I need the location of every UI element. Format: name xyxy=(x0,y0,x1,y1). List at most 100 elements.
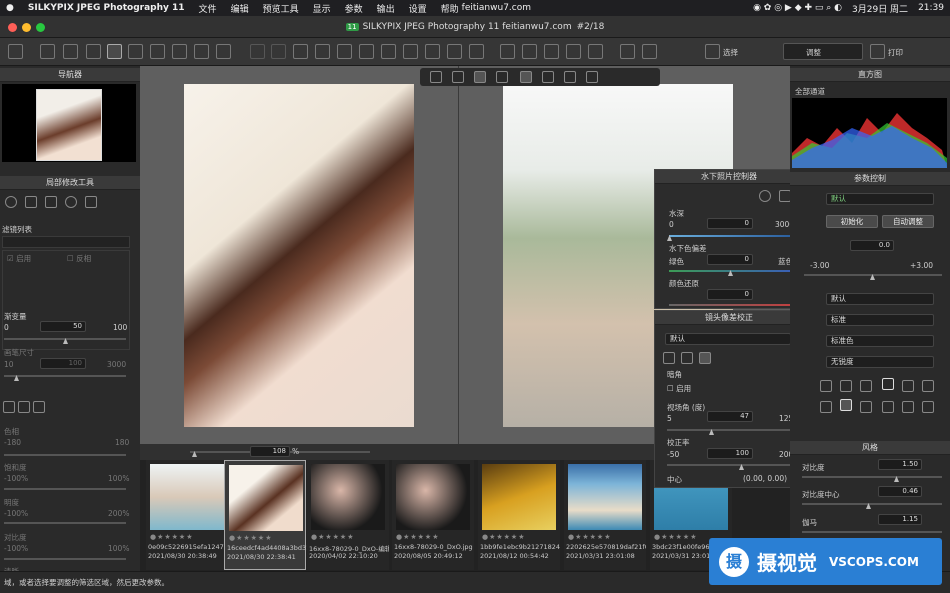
thumbnail-image[interactable] xyxy=(311,464,385,530)
navigator-view[interactable] xyxy=(2,84,136,162)
local-sub-tool-2-icon[interactable] xyxy=(18,401,30,413)
rating-stars[interactable]: ●★★★★★ xyxy=(396,533,440,541)
tool-7-icon[interactable] xyxy=(820,401,832,413)
style-contrast-value[interactable]: 1.50 xyxy=(878,459,922,470)
close-window-button[interactable] xyxy=(8,23,17,32)
tool-10-icon[interactable] xyxy=(882,401,894,413)
menu-params[interactable]: 参数 xyxy=(345,2,363,15)
thumbnail-item[interactable]: ●★★★★★ 16ceedcf4ad4408a3bd3163f52021/08/3… xyxy=(224,460,307,570)
tone-dropdown[interactable]: 标准 xyxy=(826,314,934,326)
vignette-enable-checkbox[interactable]: ☐ 启用 xyxy=(667,383,691,394)
warning-icon[interactable] xyxy=(216,44,231,59)
rotate-left-icon[interactable] xyxy=(425,44,440,59)
menubar-date[interactable]: 3月29日 周二 xyxy=(852,2,908,15)
depth-slider[interactable] xyxy=(669,235,791,237)
thumbnail-item[interactable]: ●★★★★★ 0e09c5226915efa1247b3b 2021/08/30 2… xyxy=(146,460,228,570)
restore-slider[interactable] xyxy=(669,304,791,306)
menu-file[interactable]: 文件 xyxy=(199,2,217,15)
apple-icon[interactable]: ● xyxy=(6,3,14,13)
brush-tool-icon[interactable] xyxy=(45,196,57,208)
copy-params-icon[interactable] xyxy=(500,44,515,59)
stamp-icon[interactable] xyxy=(381,44,396,59)
split-icon[interactable] xyxy=(566,44,581,59)
crop-tool-icon[interactable] xyxy=(922,401,934,413)
redo-icon[interactable] xyxy=(271,44,286,59)
eraser-icon[interactable] xyxy=(359,44,374,59)
menu-settings[interactable]: 设置 xyxy=(409,2,427,15)
tool-3-icon[interactable] xyxy=(860,380,872,392)
single-view-icon[interactable] xyxy=(107,44,122,59)
contrast-center-value[interactable]: 0.46 xyxy=(878,486,922,497)
rating-stars[interactable]: ●★★★★★ xyxy=(229,534,273,542)
select-label[interactable]: 选择 xyxy=(723,47,738,58)
rating-stars[interactable]: ●★★★★★ xyxy=(482,533,526,541)
color-dropdown[interactable]: 标准色 xyxy=(826,335,934,347)
print-label[interactable]: 打印 xyxy=(888,47,903,58)
invert-checkbox[interactable]: ☐ 反相 xyxy=(67,253,91,264)
histogram-channel[interactable]: 全部通道 xyxy=(795,86,825,97)
rating-stars[interactable]: ●★★★★★ xyxy=(150,533,194,541)
arrow-right-icon[interactable] xyxy=(63,44,78,59)
lens-header[interactable]: 镜头像差校正 xyxy=(655,311,803,325)
compare-view-icon[interactable] xyxy=(150,44,165,59)
status-icons[interactable]: ◉ ✿ ◎ ▶ ◆ ✚ ▭ ⌕ ◐ xyxy=(753,3,842,13)
print-icon[interactable] xyxy=(870,44,885,59)
view-mode-4-icon[interactable] xyxy=(496,71,508,83)
zoom-window-button[interactable] xyxy=(36,23,45,32)
init-button[interactable]: 初始化 xyxy=(826,215,878,228)
brush-value[interactable]: 100 xyxy=(40,358,86,369)
thumbnail-item[interactable]: ●★★★★★16xx8-78029-0_DxO-编辑.jpg2020/04/02… xyxy=(307,460,389,570)
view-mode-8-icon[interactable] xyxy=(586,71,598,83)
sat-slider[interactable] xyxy=(4,488,126,490)
menu-display[interactable]: 显示 xyxy=(313,2,331,15)
histogram-header[interactable]: 直方图 xyxy=(790,68,950,82)
brush-slider[interactable] xyxy=(4,375,126,377)
navigator-header[interactable]: 导航器 xyxy=(0,68,140,82)
thumbnail-image[interactable] xyxy=(150,464,224,530)
history-icon[interactable] xyxy=(544,44,559,59)
contrast-local-slider[interactable] xyxy=(4,558,126,560)
fov-value[interactable]: 47 xyxy=(707,411,753,422)
dropper-icon[interactable] xyxy=(293,44,308,59)
fov-slider[interactable] xyxy=(667,429,791,431)
text-tool-icon[interactable] xyxy=(588,44,603,59)
wb-dropdown[interactable]: 默认 xyxy=(826,293,934,305)
brush-icon[interactable] xyxy=(337,44,352,59)
ellipse-tool-icon[interactable] xyxy=(65,196,77,208)
bias-value[interactable]: 0 xyxy=(707,254,753,265)
corr-value[interactable]: 100 xyxy=(707,448,753,459)
view-mode-1-icon[interactable] xyxy=(430,71,442,83)
zoom-value[interactable]: 108 xyxy=(250,446,290,457)
menu-edit[interactable]: 编辑 xyxy=(231,2,249,15)
tool-1-icon[interactable] xyxy=(820,380,832,392)
gamma-value[interactable]: 1.15 xyxy=(878,514,922,525)
enable-checkbox[interactable]: ☑ 启用 xyxy=(7,253,31,264)
shape-tool-icon[interactable] xyxy=(85,196,97,208)
menu-output[interactable]: 输出 xyxy=(377,2,395,15)
develop-icon[interactable] xyxy=(8,44,23,59)
lens-option-2-icon[interactable] xyxy=(681,352,693,364)
menu-preview-tools[interactable]: 预览工具 xyxy=(263,2,299,15)
thumbnail-image[interactable] xyxy=(482,464,556,530)
view-mode-7-icon[interactable] xyxy=(564,71,576,83)
lens-option-1-icon[interactable] xyxy=(663,352,675,364)
rating-stars[interactable]: ●★★★★★ xyxy=(568,533,612,541)
params-preset-dropdown[interactable]: 默认 xyxy=(826,193,934,205)
rating-stars[interactable]: ●★★★★★ xyxy=(654,533,698,541)
crop-icon[interactable] xyxy=(403,44,418,59)
view-mode-6-icon[interactable] xyxy=(542,71,554,83)
params-header[interactable]: 参数控制 xyxy=(790,172,950,186)
rotate-right-icon[interactable] xyxy=(447,44,462,59)
menubar-time[interactable]: 21:39 xyxy=(918,3,944,13)
thumbnail-item[interactable]: ●★★★★★ 1bb9fe1ebc9b212718242162021/08/12 … xyxy=(478,460,560,570)
auto-adjust-button[interactable]: 自动调整 xyxy=(882,215,934,228)
fish-icon[interactable] xyxy=(840,399,852,411)
exposure-value[interactable]: 0.0 xyxy=(850,240,894,251)
style-contrast-slider[interactable] xyxy=(802,476,942,478)
menu-app-name[interactable]: SILKYPIX JPEG Photography 11 xyxy=(28,3,185,13)
filter-icon[interactable] xyxy=(642,44,657,59)
sharpness-dropdown[interactable]: 无锐度 xyxy=(826,356,934,368)
full-view-icon[interactable] xyxy=(128,44,143,59)
fit-screen-icon[interactable] xyxy=(172,44,187,59)
view-mode-5-icon[interactable] xyxy=(520,71,532,83)
